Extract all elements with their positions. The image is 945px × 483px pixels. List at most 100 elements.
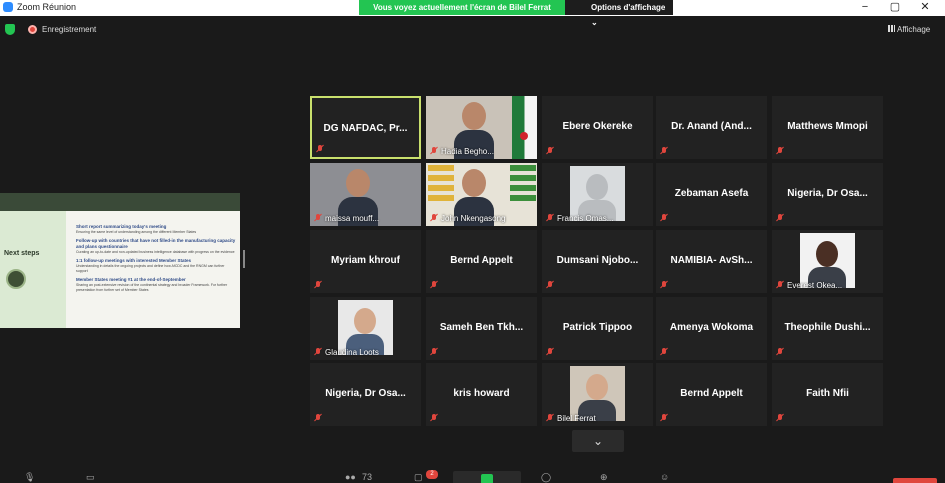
- participant-name: Bernd Appelt: [680, 388, 743, 399]
- window-title: Zoom Réunion: [17, 2, 77, 12]
- participant-tile[interactable]: Matthews Mmopi: [772, 96, 883, 159]
- participant-name: Sameh Ben Tkh...: [439, 322, 524, 333]
- view-button[interactable]: Affichage: [888, 25, 930, 34]
- shared-screen[interactable]: Next steps Short report summarizing toda…: [0, 193, 240, 328]
- participant-name: Amenya Wokoma: [669, 322, 754, 333]
- muted-mic-icon: [776, 214, 784, 222]
- participant-name: Nigeria, Dr Osa...: [787, 188, 868, 199]
- participant-tile[interactable]: Glaudina Loots: [310, 297, 421, 360]
- breakout-rooms-icon[interactable]: ⊕: [600, 472, 608, 483]
- slide-item-heading: Follow-up with countries that have not f…: [76, 238, 236, 249]
- close-button[interactable]: ✕: [918, 1, 932, 14]
- participant-name: Faith Nfii: [806, 388, 849, 399]
- participant-tile[interactable]: Patrick Tippoo: [542, 297, 653, 360]
- slide-item-body: Ensuring the same level of understanding…: [76, 230, 197, 234]
- participant-tile[interactable]: Dr. Anand (And...: [656, 96, 767, 159]
- muted-mic-icon: [546, 348, 554, 356]
- slide-side-title: Next steps: [4, 250, 40, 257]
- view-label: Affichage: [897, 25, 931, 34]
- muted-mic-icon: [314, 281, 322, 289]
- grid-view-icon: [888, 25, 895, 32]
- participant-name-label: John Nkengasong: [441, 214, 506, 223]
- participant-count: 73: [362, 472, 373, 482]
- muted-mic-icon: [314, 414, 322, 422]
- participant-name: Matthews Mmopi: [787, 121, 868, 132]
- participant-tile[interactable]: Hadia Begho...: [426, 96, 537, 159]
- record-icon[interactable]: ◯: [541, 472, 551, 483]
- participant-tile[interactable]: Zebaman Asefa: [656, 163, 767, 226]
- slide-item-body: Understanding in details the ongoing pro…: [76, 264, 225, 273]
- participant-tile[interactable]: Bernd Appelt: [426, 230, 537, 293]
- muted-mic-icon: [430, 348, 438, 356]
- participant-tile[interactable]: NAMIBIA- AvSh...: [656, 230, 767, 293]
- participant-tile[interactable]: Theophile Dushi...: [772, 297, 883, 360]
- muted-mic-icon: [660, 214, 668, 222]
- muted-mic-icon: [546, 147, 554, 155]
- chat-icon[interactable]: ▢: [414, 472, 423, 483]
- participants-icon[interactable]: ●●: [345, 472, 356, 482]
- slide-item-body: Curating an up-to-date and non-updated b…: [76, 250, 235, 254]
- muted-mic-icon: [314, 348, 322, 356]
- video-camera-icon[interactable]: ▭: [86, 472, 95, 483]
- participant-name: kris howard: [453, 388, 510, 399]
- split-view-handle[interactable]: [243, 250, 245, 268]
- participant-name-label: Glaudina Loots: [325, 348, 379, 357]
- maximize-button[interactable]: ▢: [888, 1, 902, 14]
- participant-tile[interactable]: Dumsani Njobo...: [542, 230, 653, 293]
- muted-mic-icon: [776, 281, 784, 289]
- muted-mic-icon: [776, 348, 784, 356]
- recording-label[interactable]: Enregistrement: [42, 25, 96, 34]
- muted-mic-icon: [546, 281, 554, 289]
- zoom-logo-icon: [3, 2, 13, 12]
- participant-tile[interactable]: maissa mouff...: [310, 163, 421, 226]
- share-message: Vous voyez actuellement l'écran de Bilel…: [359, 0, 565, 15]
- chat-badge: 2: [426, 470, 438, 479]
- muted-mic-icon: [546, 414, 554, 422]
- participant-tile[interactable]: kris howard: [426, 363, 537, 426]
- participant-tile[interactable]: Nigeria, Dr Osa...: [772, 163, 883, 226]
- muted-mic-icon: [660, 348, 668, 356]
- participant-profile-photo: [800, 233, 855, 288]
- next-page-chevron-icon[interactable]: ⌄: [572, 430, 624, 452]
- participant-profile-photo: [570, 366, 625, 421]
- participant-tile[interactable]: DG NAFDAC, Pr...: [310, 96, 421, 159]
- muted-mic-icon: [660, 147, 668, 155]
- participant-name: Dr. Anand (And...: [671, 121, 752, 132]
- participant-tile[interactable]: Bilel Ferrat: [542, 363, 653, 426]
- muted-mic-icon: [660, 281, 668, 289]
- participant-name: Myriam khrouf: [331, 255, 400, 266]
- participant-name-label: Everest Okea...: [787, 281, 843, 290]
- participant-name-label: Hadia Begho...: [441, 147, 494, 156]
- muted-mic-icon: [660, 414, 668, 422]
- minimize-button[interactable]: −: [858, 1, 872, 14]
- participant-tile[interactable]: Ebere Okereke: [542, 96, 653, 159]
- muted-mic-icon: [314, 214, 322, 222]
- participant-name-label: Francis Omas...: [557, 214, 614, 223]
- reactions-icon[interactable]: ☺: [660, 472, 669, 482]
- encryption-shield-icon[interactable]: [5, 24, 15, 35]
- share-screen-button[interactable]: [453, 471, 521, 483]
- slide-emblem-icon: [6, 269, 26, 289]
- view-options-button[interactable]: Options d'affichage ⌄: [565, 0, 673, 27]
- slide-header-band: [0, 193, 240, 211]
- slide-item-body: Sharing an post-extensive revision of th…: [76, 283, 228, 292]
- mute-mic-icon[interactable]: 🎙: [24, 472, 35, 483]
- participant-name-label: maissa mouff...: [325, 214, 380, 223]
- participant-tile[interactable]: Myriam khrouf: [310, 230, 421, 293]
- participant-tile[interactable]: Everest Okea...: [772, 230, 883, 293]
- participant-tile[interactable]: Bernd Appelt: [656, 363, 767, 426]
- participant-name: Theophile Dushi...: [784, 322, 871, 333]
- leave-button[interactable]: [893, 478, 937, 483]
- participant-tile[interactable]: Sameh Ben Tkh...: [426, 297, 537, 360]
- recording-icon: [28, 25, 37, 34]
- muted-mic-icon: [430, 147, 438, 155]
- participant-tile[interactable]: Nigeria, Dr Osa...: [310, 363, 421, 426]
- participant-profile-photo: [570, 166, 625, 221]
- participant-name: NAMIBIA- AvSh...: [670, 255, 753, 266]
- app-title: Zoom Réunion: [3, 2, 76, 12]
- participant-tile[interactable]: Faith Nfii: [772, 363, 883, 426]
- participant-tile[interactable]: John Nkengasong: [426, 163, 537, 226]
- participant-tile[interactable]: Francis Omas...: [542, 163, 653, 226]
- muted-mic-icon: [430, 414, 438, 422]
- participant-tile[interactable]: Amenya Wokoma: [656, 297, 767, 360]
